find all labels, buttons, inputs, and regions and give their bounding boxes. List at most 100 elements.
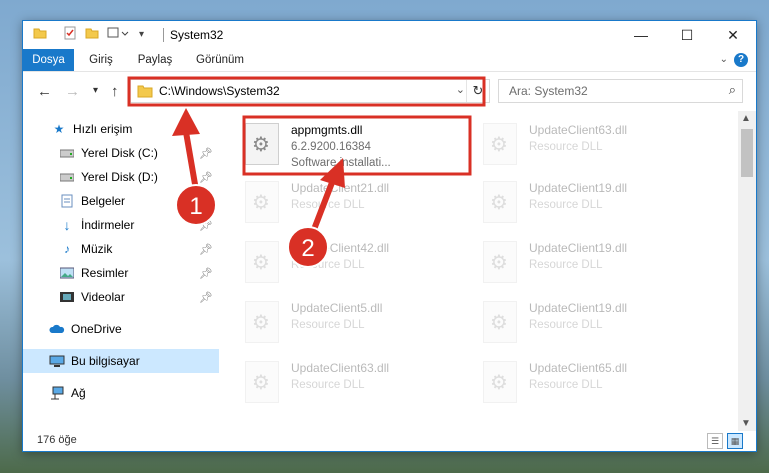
file-version: 6.2.9200.16384 (291, 141, 371, 153)
file-type: Resource DLL (529, 141, 603, 153)
file-type: Resource DLL (291, 319, 365, 331)
file-name: UpdateClient65.dll (529, 361, 628, 375)
tab-gorunum[interactable]: Görünüm (193, 49, 247, 71)
sidebar-item-disk-d[interactable]: Yerel Disk (D:) 📌︎ (23, 165, 219, 189)
file-item[interactable]: UpdateClient19.dll Resource DLL (461, 175, 661, 231)
sidebar-item-onedrive[interactable]: OneDrive (23, 317, 245, 341)
documents-icon (59, 193, 75, 209)
forward-icon[interactable]: → (65, 83, 80, 100)
tab-dosya[interactable]: Dosya (23, 49, 74, 71)
file-description: Software installati... (291, 157, 391, 169)
qa-dropdown-icon[interactable]: ▾ (139, 29, 144, 40)
folder-icon (137, 83, 153, 102)
address-dropdown-icon[interactable]: ⌄ (456, 83, 465, 96)
sidebar-item-label: Müzik (81, 242, 113, 256)
file-type: Resource DLL (529, 319, 603, 331)
minimize-button[interactable]: — (618, 21, 664, 49)
sidebar-item-downloads[interactable]: ↓ İndirmeler 📌︎ (23, 213, 219, 237)
dll-file-icon (483, 123, 517, 165)
tab-paylas[interactable]: Paylaş (133, 49, 177, 71)
sidebar-item-label: Bu bilgisayar (71, 354, 140, 368)
file-list: appmgmts.dll 6.2.9200.16384 Software ins… (223, 111, 735, 431)
pin-icon[interactable]: 📌︎ (199, 267, 213, 280)
file-item[interactable]: UpdateClient5.dll Resource DLL (223, 295, 423, 351)
back-icon[interactable]: ← (37, 83, 52, 100)
address-path[interactable]: C:\Windows\System32 (159, 84, 280, 98)
navigation-pane: ★ Hızlı erişim Yerel Disk (C:) 📌︎ Yerel … (23, 111, 219, 431)
dll-file-icon (245, 301, 279, 343)
pin-icon[interactable]: 📌︎ (199, 243, 213, 256)
file-item[interactable]: UpdateClient63.dll Resource DLL (223, 355, 423, 411)
sidebar-item-music[interactable]: ♪ Müzik 📌︎ (23, 237, 219, 261)
search-icon[interactable]: ⌕ (729, 82, 736, 98)
pin-icon[interactable]: 📌︎ (199, 147, 213, 160)
sidebar-item-label: İndirmeler (81, 218, 135, 232)
file-item[interactable]: UpdateClient19.dll Resource DLL (461, 235, 661, 291)
help-icon[interactable]: ? (734, 53, 748, 67)
cloud-icon (49, 321, 65, 337)
file-name: UpdateClient42.dll (291, 241, 390, 255)
file-name: UpdateClient19.dll (529, 181, 628, 195)
dll-file-icon (483, 181, 517, 223)
sidebar-item-documents[interactable]: Belgeler 📌︎ (23, 189, 219, 213)
sidebar-item-label: Yerel Disk (D:) (81, 170, 158, 184)
vertical-scrollbar[interactable]: ▲ ▼ (738, 111, 756, 431)
close-button[interactable]: ✕ (710, 21, 756, 49)
sidebar-item-pictures[interactable]: Resimler 📌︎ (23, 261, 219, 285)
dll-file-icon (245, 241, 279, 283)
address-bar[interactable]: C:\Windows\System32 ⌄ ↻ (130, 79, 490, 103)
large-icons-view-icon[interactable]: ▦ (727, 433, 743, 449)
download-icon: ↓ (63, 217, 71, 233)
navigation-bar: ← → ▾ ↑ C:\Windows\System32 ⌄ ↻ Ara: Sys… (23, 72, 756, 110)
up-icon[interactable]: ↑ (111, 83, 119, 100)
refresh-icon[interactable]: ↻ (466, 80, 489, 102)
file-item[interactable]: UpdateClient42.dll Resource DLL (223, 235, 423, 291)
sidebar-item-this-pc[interactable]: Bu bilgisayar (23, 349, 219, 373)
tab-giris[interactable]: Giriş (83, 49, 119, 71)
recent-locations-icon[interactable]: ▾ (93, 85, 98, 96)
dll-file-icon (483, 361, 517, 403)
file-item-appmgmts[interactable]: appmgmts.dll 6.2.9200.16384 Software ins… (223, 117, 423, 173)
video-icon (59, 289, 75, 305)
details-view-icon[interactable]: ☰ (707, 433, 723, 449)
drive-icon (59, 169, 75, 185)
file-name: UpdateClient63.dll (529, 123, 628, 137)
properties-icon[interactable] (63, 26, 77, 40)
file-item[interactable]: UpdateClient21.dll Resource DLL (223, 175, 423, 231)
pin-icon[interactable]: 📌︎ (199, 291, 213, 304)
sidebar-item-label: Yerel Disk (C:) (81, 146, 158, 160)
file-name: UpdateClient63.dll (291, 361, 390, 375)
file-name: UpdateClient19.dll (529, 241, 628, 255)
scroll-down-icon[interactable]: ▼ (741, 418, 751, 429)
network-icon (49, 385, 65, 401)
file-item[interactable]: UpdateClient19.dll Resource DLL (461, 295, 661, 351)
new-folder-icon[interactable] (85, 26, 99, 40)
folder-icon (33, 26, 47, 40)
file-type: Resource DLL (291, 199, 365, 211)
pin-icon[interactable]: 📌︎ (199, 219, 213, 232)
sidebar-item-videos[interactable]: Videolar 📌︎ (23, 285, 219, 309)
customize-toolbar-icon[interactable] (107, 26, 131, 40)
item-count: 176 öğe (37, 434, 77, 446)
music-icon: ♪ (64, 242, 70, 256)
search-input[interactable]: Ara: System32 ⌕ (498, 79, 743, 103)
title-bar: ▾ System32 — ☐ ✕ (23, 21, 756, 49)
search-placeholder: Ara: System32 (509, 84, 588, 98)
scroll-up-icon[interactable]: ▲ (741, 113, 751, 124)
sidebar-item-quick-access[interactable]: ★ Hızlı erişim (23, 117, 247, 141)
file-name: UpdateClient21.dll (291, 181, 390, 195)
ribbon-tabs: Dosya Giriş Paylaş Görünüm ⌄ ? (23, 49, 756, 72)
maximize-button[interactable]: ☐ (664, 21, 710, 49)
pin-icon[interactable]: 📌︎ (199, 195, 213, 208)
sidebar-item-network[interactable]: Ağ (23, 381, 245, 405)
sidebar-item-disk-c[interactable]: Yerel Disk (C:) 📌︎ (23, 141, 219, 165)
sidebar-item-label: Videolar (81, 290, 125, 304)
scroll-thumb[interactable] (741, 129, 753, 177)
file-type: Resource DLL (529, 259, 603, 271)
sidebar-item-label: Resimler (81, 266, 129, 280)
sidebar-item-label: Ağ (71, 386, 86, 400)
file-item[interactable]: UpdateClient65.dll Resource DLL (461, 355, 661, 411)
file-item[interactable]: UpdateClient63.dll Resource DLL (461, 117, 661, 173)
ribbon-expand-icon[interactable]: ⌄ (720, 54, 728, 65)
pin-icon[interactable]: 📌︎ (199, 171, 213, 184)
